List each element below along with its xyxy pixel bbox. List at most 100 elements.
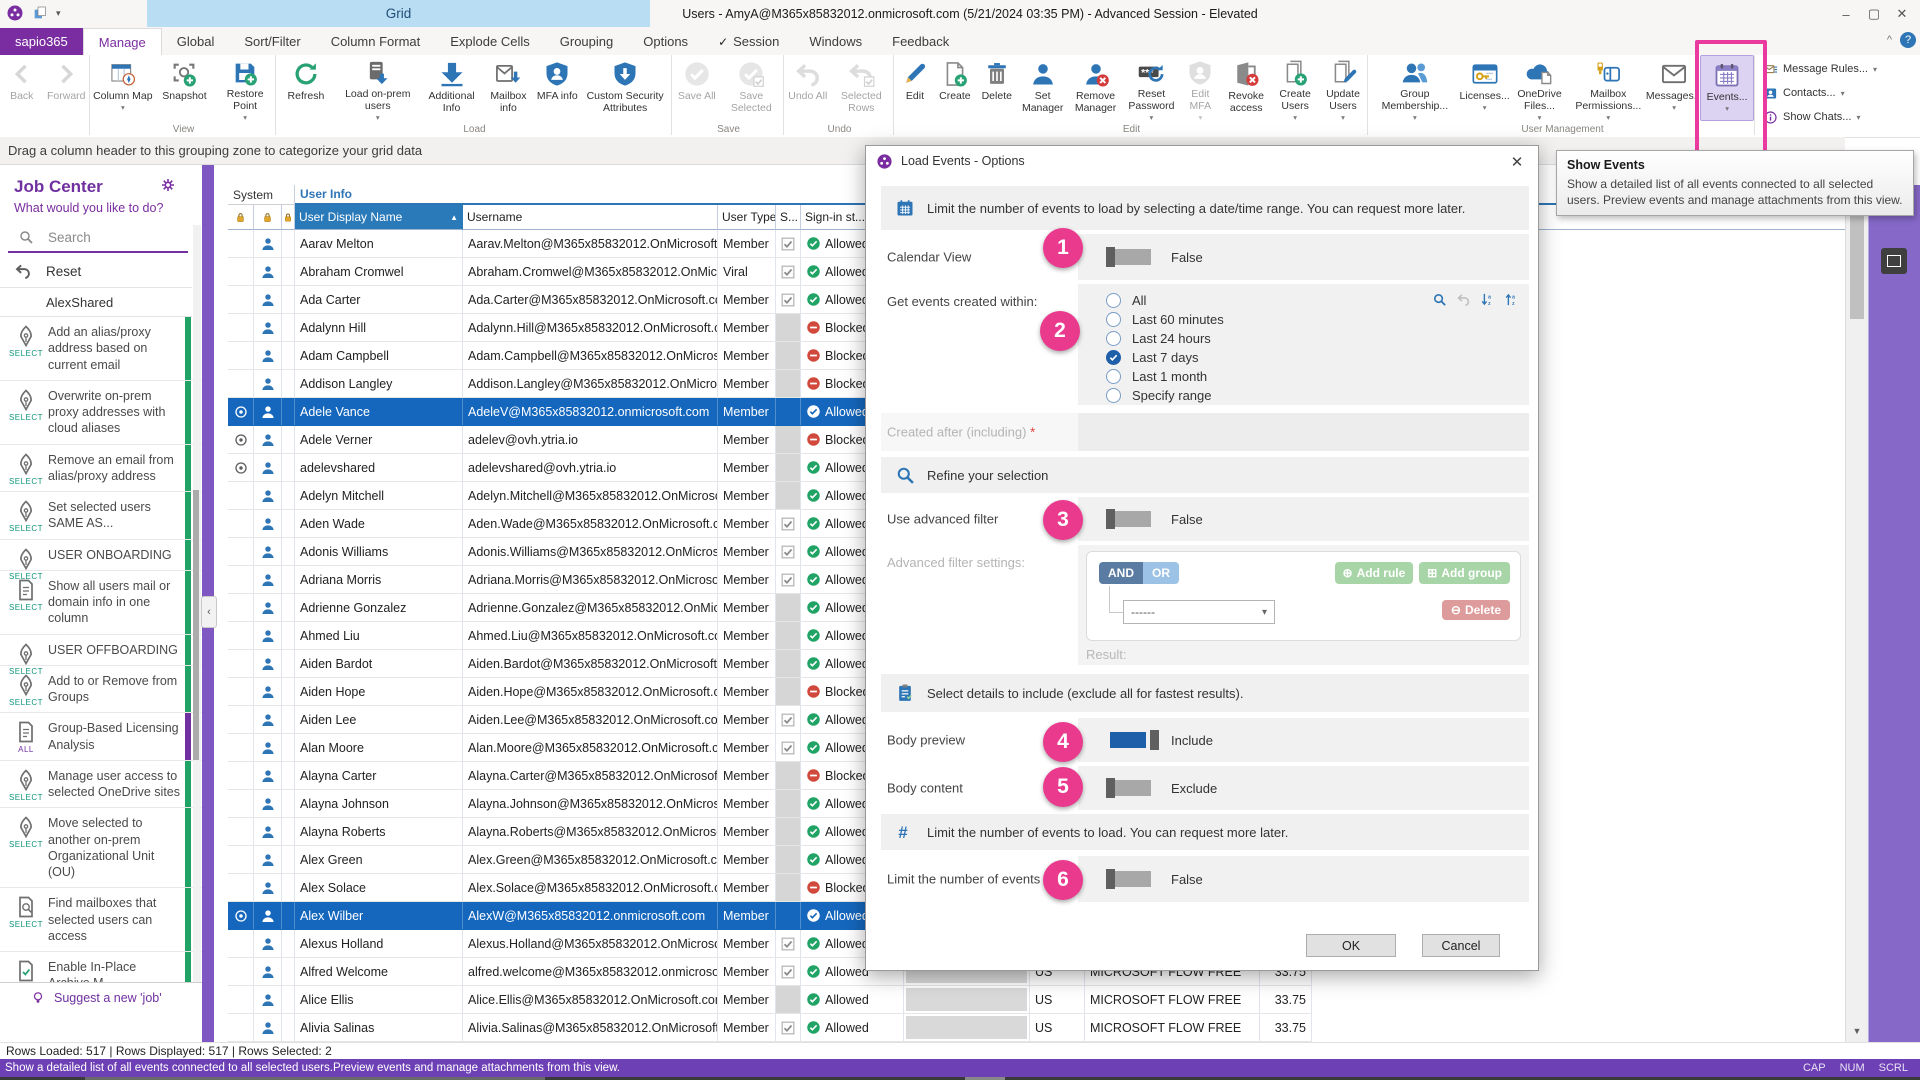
cell-sign-in[interactable]: Allowed	[801, 986, 904, 1013]
cell-username[interactable]: Aden.Wade@M365x85832012.OnMicrosoft.com	[463, 510, 718, 537]
cell-user-type[interactable]: Member	[718, 958, 776, 985]
cell-name[interactable]: Aiden Bardot	[295, 650, 463, 677]
gear-icon[interactable]	[160, 177, 176, 193]
cell-user-type[interactable]: Member	[718, 874, 776, 901]
sidebar-scrollbar[interactable]	[193, 225, 201, 1012]
selected-rows-button[interactable]: Selected Rows	[830, 55, 893, 121]
job-item[interactable]: SELECT Show all users mail or domain info…	[0, 570, 202, 635]
cell-username[interactable]: Ahmed.Liu@M365x85832012.OnMicrosoft.com	[463, 622, 718, 649]
custom-security-attributes-button[interactable]: Custom Security Attributes	[579, 55, 671, 121]
tab-session[interactable]: ✓ Session	[703, 28, 794, 55]
cell-units[interactable]: 33.75	[1260, 986, 1312, 1013]
cell-user-type[interactable]: Member	[718, 986, 776, 1013]
cell-username[interactable]: AdeleV@M365x85832012.onmicrosoft.com	[463, 398, 718, 425]
cell-user-type[interactable]: Member	[718, 734, 776, 761]
radio-all[interactable]: All	[1106, 291, 1146, 310]
cell-user-type[interactable]: Member	[718, 678, 776, 705]
close-button[interactable]: ✕	[1890, 4, 1914, 24]
cell-name[interactable]: Aden Wade	[295, 510, 463, 537]
delete-rule-button[interactable]: ⊖ Delete	[1441, 600, 1510, 620]
cell-username[interactable]: Adam.Campbell@M365x85832012.OnMicrosoft.…	[463, 342, 718, 369]
cell-name[interactable]: Adelyn Mitchell	[295, 482, 463, 509]
cell-checkbox[interactable]	[776, 678, 801, 705]
cell-name[interactable]: Aiden Lee	[295, 706, 463, 733]
search-icon[interactable]	[1432, 292, 1447, 307]
cell-username[interactable]: Aiden.Lee@M365x85832012.OnMicrosoft.com	[463, 706, 718, 733]
sort-desc-icon[interactable]: az	[1504, 292, 1519, 307]
header-user-type[interactable]: User Type	[718, 205, 776, 230]
collapse-sidebar-icon[interactable]: ‹	[201, 596, 217, 628]
tab-feedback[interactable]: Feedback	[877, 28, 964, 55]
field-dropdown[interactable]: ------ ▾	[1123, 600, 1275, 624]
cell-license[interactable]: MICROSOFT FLOW FREE	[1085, 1014, 1260, 1041]
cell-user-type[interactable]: Member	[718, 790, 776, 817]
cell-username[interactable]: Alayna.Roberts@M365x85832012.OnMicrosoft…	[463, 818, 718, 845]
cell-username[interactable]: Adelyn.Mitchell@M365x85832012.OnMicrosof…	[463, 482, 718, 509]
job-item[interactable]: SELECT USER OFFBOARDING	[0, 634, 202, 676]
cell-username[interactable]: Abraham.Cromwel@M365x85832012.OnMicrosof…	[463, 258, 718, 285]
cell-name[interactable]: adelevshared	[295, 454, 463, 481]
snapshot-button[interactable]: Snapshot	[154, 55, 216, 121]
back-button[interactable]: Back	[0, 55, 44, 121]
cell-username[interactable]: Alex.Solace@M365x85832012.OnMicrosoft.co…	[463, 874, 718, 901]
band-system[interactable]: System	[228, 185, 295, 205]
cell-checkbox[interactable]	[776, 902, 801, 929]
contacts--button[interactable]: Contacts... ▾	[1763, 82, 1845, 104]
cell-checkbox[interactable]	[776, 622, 801, 649]
cell-checkbox[interactable]	[776, 874, 801, 901]
cell-checkbox[interactable]	[776, 286, 801, 313]
revoke-access-button[interactable]: Revoke access	[1221, 55, 1271, 121]
body-preview-toggle[interactable]	[1106, 730, 1159, 750]
cell-user-type[interactable]: Member	[718, 482, 776, 509]
cell-checkbox[interactable]	[776, 454, 801, 481]
cell-sign-in[interactable]: Allowed	[801, 1014, 904, 1041]
cell-name[interactable]: Adonis Williams	[295, 538, 463, 565]
cell-checkbox[interactable]	[776, 230, 801, 257]
set-manager-button[interactable]: Set Manager	[1018, 55, 1068, 121]
undo-icon[interactable]	[1456, 292, 1471, 307]
cell-user-type[interactable]: Viral	[718, 258, 776, 285]
cell-username[interactable]: Addison.Langley@M365x85832012.OnMicrosof…	[463, 370, 718, 397]
create-users-button[interactable]: Create Users ▾	[1271, 55, 1319, 121]
cell-username[interactable]: Alayna.Johnson@M365x85832012.OnMicrosoft…	[463, 790, 718, 817]
cell-user-type[interactable]: Member	[718, 594, 776, 621]
save-all-button[interactable]: Save All	[674, 55, 720, 121]
cell-user-type[interactable]: Member	[718, 846, 776, 873]
edit-button[interactable]: Edit	[896, 55, 934, 121]
add-group-button[interactable]: ⊞ Add group	[1419, 562, 1510, 584]
forward-button[interactable]: Forward	[44, 55, 89, 121]
undo-all-button[interactable]: Undo All	[786, 55, 830, 121]
cell-username[interactable]: adelevshared@ovh.ytria.io	[463, 454, 718, 481]
cell-user-type[interactable]: Member	[718, 286, 776, 313]
cell-name[interactable]: Adele Vance	[295, 398, 463, 425]
cell-user-type[interactable]: Member	[718, 818, 776, 845]
cell-name[interactable]: Addison Langley	[295, 370, 463, 397]
collapse-ribbon-icon[interactable]: ^	[1887, 34, 1892, 46]
job-item[interactable]: SELECT Move selected to another on-prem O…	[0, 808, 202, 889]
radio-last-7-days[interactable]: Last 7 days	[1106, 348, 1199, 367]
cell-name[interactable]: Alex Wilber	[295, 902, 463, 929]
cell-checkbox[interactable]	[776, 846, 801, 873]
cell-location[interactable]: US	[1030, 986, 1085, 1013]
qat-caret-icon[interactable]: ▾	[56, 8, 61, 19]
cell-checkbox[interactable]	[776, 706, 801, 733]
update-users-button[interactable]: Update Users ▾	[1319, 55, 1367, 121]
cell-username[interactable]: Alivia.Salinas@M365x85832012.OnMicrosoft…	[463, 1014, 718, 1041]
advanced-filter-toggle[interactable]	[1106, 509, 1155, 529]
cell-user-type[interactable]: Member	[718, 510, 776, 537]
cell-license[interactable]: MICROSOFT FLOW FREE	[1085, 986, 1260, 1013]
cell-checkbox[interactable]	[776, 790, 801, 817]
job-item[interactable]: SELECT Find mailboxes that selected users…	[0, 888, 202, 952]
group-membership--button[interactable]: Group Membership... ▾	[1371, 55, 1459, 121]
cell-user-type[interactable]: Member	[718, 706, 776, 733]
cell-checkbox[interactable]	[776, 258, 801, 285]
cell-name[interactable]: Adriana Morris	[295, 566, 463, 593]
reset-button[interactable]: Reset	[0, 255, 192, 288]
job-item[interactable]: SELECT USER ONBOARDING	[0, 539, 202, 581]
cell-checkbox[interactable]	[776, 426, 801, 453]
delete-button[interactable]: Delete	[976, 55, 1018, 121]
cell-checkbox[interactable]	[776, 482, 801, 509]
cell-username[interactable]: Adalynn.Hill@M365x85832012.OnMicrosoft.c…	[463, 314, 718, 341]
cell-name[interactable]: Aiden Hope	[295, 678, 463, 705]
cell-checkbox[interactable]	[776, 342, 801, 369]
